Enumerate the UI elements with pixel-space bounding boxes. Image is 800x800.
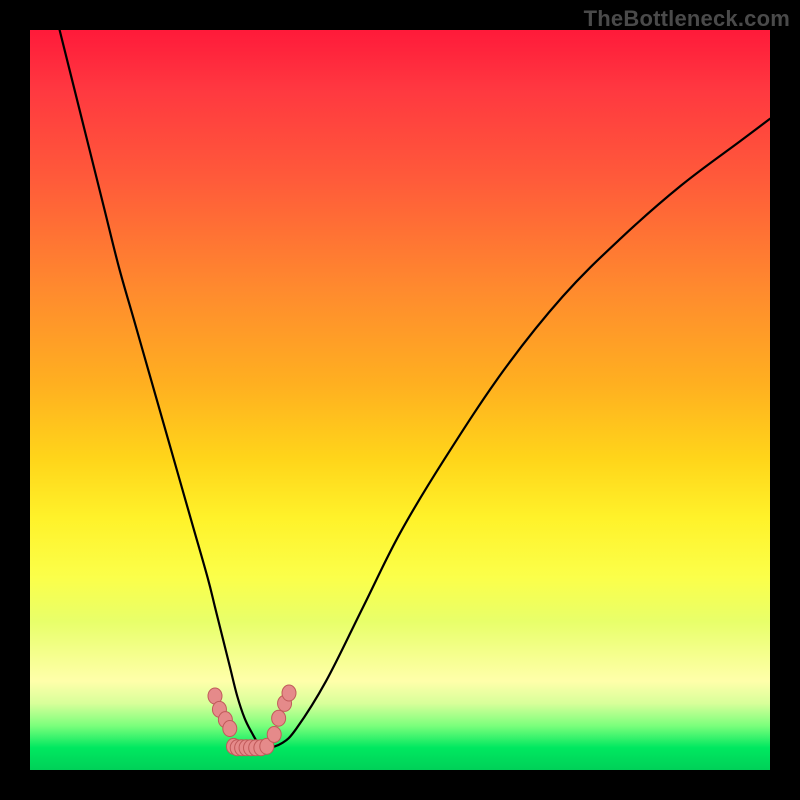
watermark-text: TheBottleneck.com: [584, 6, 790, 32]
plot-area: [30, 30, 770, 770]
chart-frame: TheBottleneck.com: [0, 0, 800, 800]
data-marker: [272, 710, 286, 726]
data-marker: [282, 685, 296, 701]
data-marker: [267, 726, 281, 742]
markers-group: [208, 685, 296, 756]
data-marker: [223, 721, 237, 737]
chart-svg: [30, 30, 770, 770]
bottleneck-curve: [60, 30, 770, 748]
